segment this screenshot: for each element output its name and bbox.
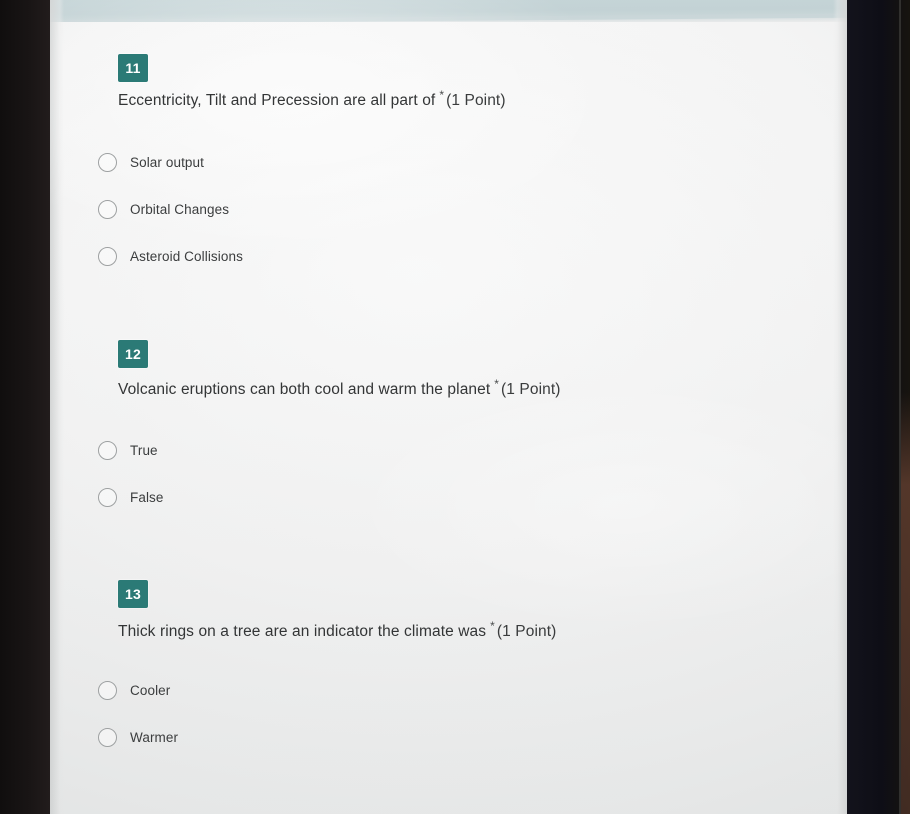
radio-icon[interactable] [98,487,117,507]
background-reflection [901,392,910,814]
option-label: True [130,442,158,458]
required-asterisk: * [439,88,445,102]
option-row[interactable]: Asteroid Collisions [98,244,243,268]
question-points: (1 Point) [501,381,561,399]
question-text: Thick rings on a tree are an indicator t… [118,619,556,641]
required-asterisk: * [490,619,495,633]
question-prompt: Thick rings on a tree are an indicator t… [118,623,487,641]
question-text: Eccentricity, Tilt and Precession are al… [118,88,506,110]
screenshot-root: 11 Eccentricity, Tilt and Precession are… [0,0,910,814]
question-number-badge: 11 [118,54,148,82]
option-label: Cooler [130,682,171,698]
radio-icon[interactable] [98,727,117,747]
question-text: Volcanic eruptions can both cool and war… [118,377,561,399]
question-points: (1 Point) [446,92,506,110]
screen-surface: 11 Eccentricity, Tilt and Precession are… [50,0,847,814]
radio-icon[interactable] [98,246,117,266]
option-label: Solar output [130,154,204,170]
option-label: Warmer [130,729,179,745]
question-prompt: Eccentricity, Tilt and Precession are al… [118,92,436,110]
device-bezel-left [0,0,50,814]
option-row[interactable]: Cooler [98,678,170,702]
option-label: Asteroid Collisions [130,248,243,264]
question-points: (1 Point) [496,623,557,641]
option-label: False [130,489,164,505]
radio-icon[interactable] [98,680,117,700]
question-prompt: Volcanic eruptions can both cool and war… [118,381,491,399]
option-row[interactable]: True [98,438,158,462]
form-questions: 11 Eccentricity, Tilt and Precession are… [50,0,847,814]
option-label: Orbital Changes [130,201,230,217]
option-row[interactable]: Solar output [98,150,204,174]
required-asterisk: * [494,377,500,391]
radio-icon[interactable] [98,152,117,172]
radio-icon[interactable] [98,199,117,219]
question-number-badge: 13 [118,580,148,608]
option-row[interactable]: Warmer [98,725,178,749]
option-row[interactable]: Orbital Changes [98,197,229,221]
question-number-badge: 12 [118,340,148,368]
option-row[interactable]: False [98,485,164,509]
radio-icon[interactable] [98,440,117,460]
